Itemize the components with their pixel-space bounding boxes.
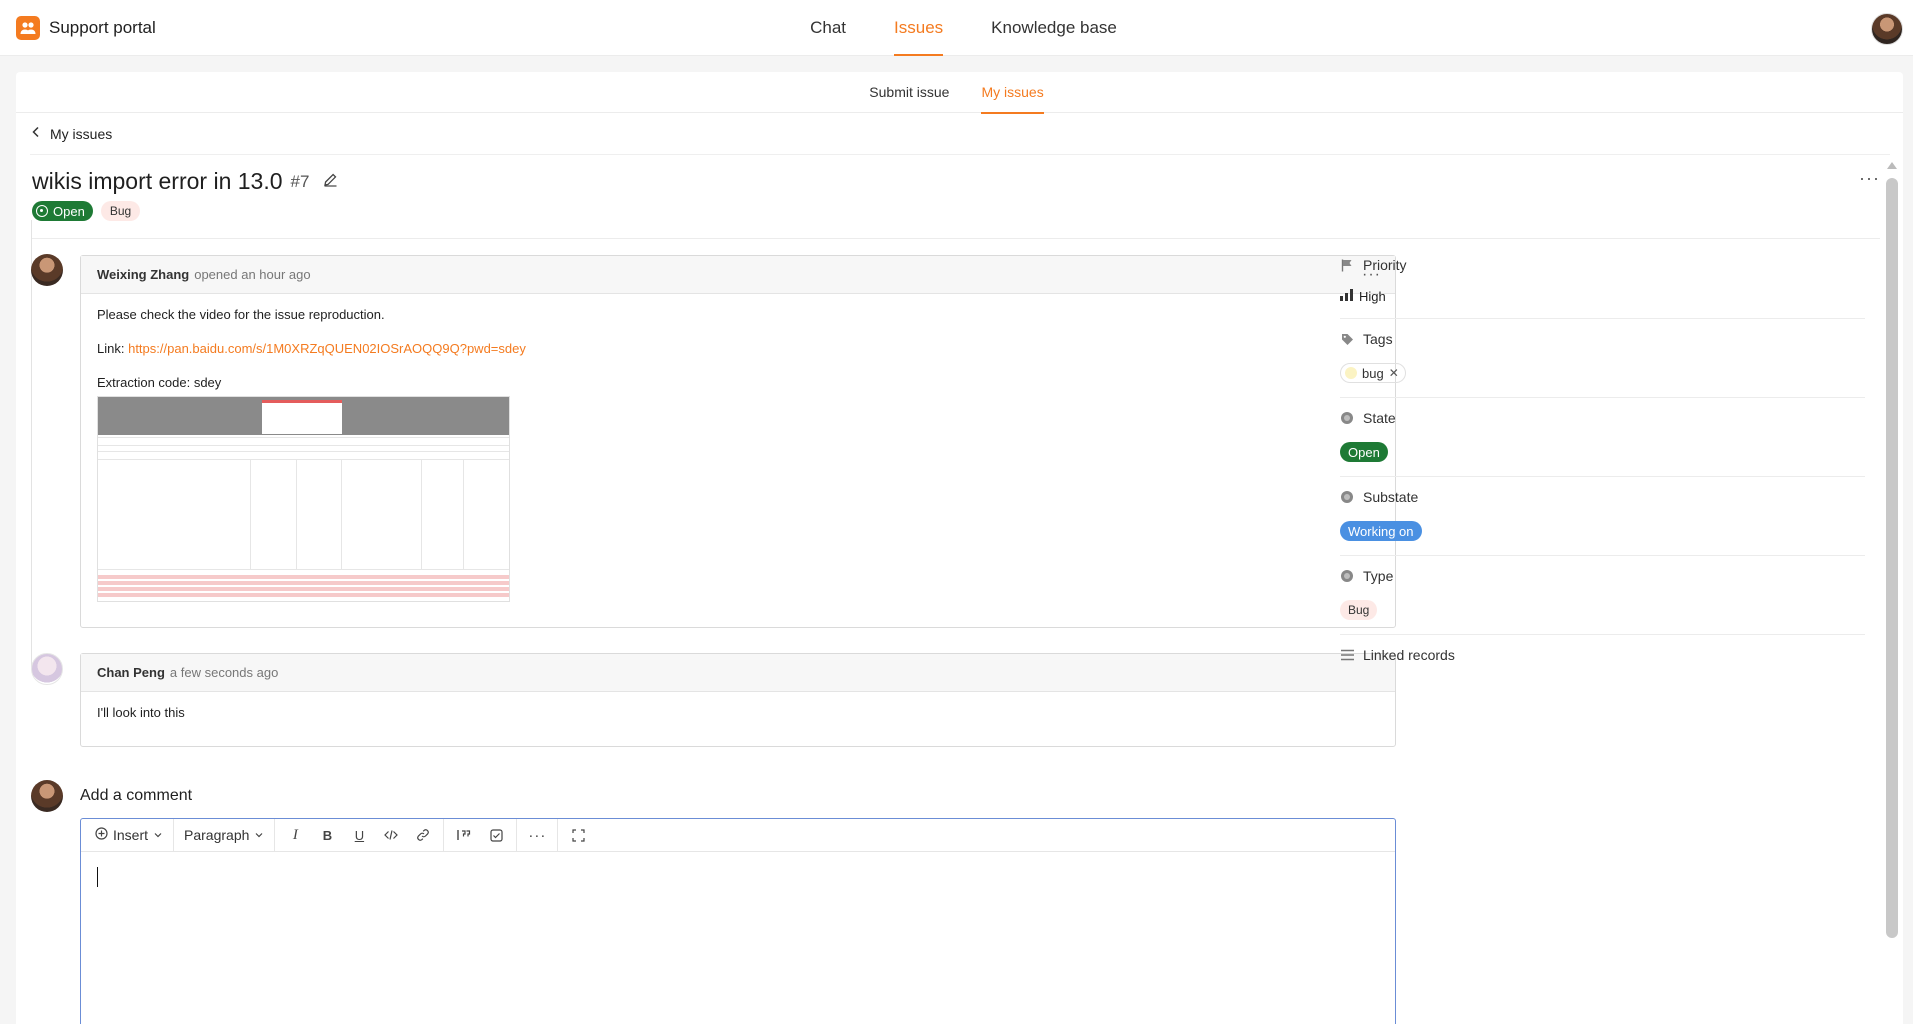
plus-circle-icon [95, 827, 108, 843]
comment-body: Please check the video for the issue rep… [81, 294, 1395, 614]
checkbox-icon[interactable] [480, 819, 512, 852]
scrollbar[interactable] [1885, 158, 1899, 938]
nav-issues[interactable]: Issues [894, 0, 944, 56]
comment-body: I'll look into this [81, 692, 1395, 750]
tags-label: Tags [1363, 331, 1393, 347]
comment-header: Weixing Zhang opened an hour ago ··· [81, 256, 1395, 294]
close-icon[interactable]: ✕ [1389, 366, 1399, 380]
comment-text: I'll look into this [97, 705, 185, 720]
comment-editor[interactable]: Insert Paragraph I B U ··· [80, 818, 1396, 1024]
chevron-down-icon [254, 827, 264, 843]
paragraph-select[interactable]: Paragraph [178, 819, 270, 852]
substate-label: Substate [1363, 489, 1419, 505]
nav-knowledge-base[interactable]: Knowledge base [991, 0, 1117, 56]
type-icon [1341, 570, 1353, 582]
tag-label: bug [1362, 365, 1384, 381]
open-circle-icon [36, 205, 48, 217]
main-nav: Chat Issues Knowledge base [0, 0, 1913, 56]
priority-value[interactable]: High [1340, 289, 1865, 304]
avatar-chan-peng [31, 653, 63, 685]
avatar-current-user [31, 780, 63, 812]
properties-sidebar: Priority High Tags bug ✕ State Open Subs… [1340, 245, 1865, 677]
comment-author[interactable]: Weixing Zhang [97, 267, 189, 282]
linked-records-label: Linked records [1363, 647, 1455, 663]
nav-chat[interactable]: Chat [810, 0, 846, 56]
type-section: Type Bug [1340, 556, 1865, 635]
signal-bars-icon [1340, 289, 1353, 304]
comment-author[interactable]: Chan Peng [97, 665, 165, 680]
tab-submit-issue[interactable]: Submit issue [869, 72, 949, 113]
edit-pencil-icon[interactable] [323, 172, 338, 192]
scroll-up-arrow-icon[interactable] [1887, 162, 1897, 169]
substate-icon [1341, 491, 1353, 503]
tag-color-dot [1345, 367, 1357, 379]
paragraph-label: Paragraph [184, 827, 250, 843]
comment-link-line: Link: https://pan.baidu.com/s/1M0XRZqQUE… [97, 340, 1379, 358]
state-value[interactable]: Open [1340, 442, 1388, 462]
comment-header: Chan Peng a few seconds ago [81, 654, 1395, 692]
comment-meta: opened an hour ago [194, 267, 311, 282]
state-section: State Open [1340, 398, 1865, 477]
timeline-line [31, 220, 32, 670]
extraction-code: Extraction code: sdey [97, 375, 222, 390]
issue-more-button[interactable]: ··· [1859, 168, 1880, 189]
editor-toolbar: Insert Paragraph I B U ··· [81, 818, 1395, 852]
type-label: Type [1363, 568, 1394, 584]
link-label: Link: [97, 341, 125, 356]
flag-icon [1340, 258, 1354, 272]
list-icon [1340, 648, 1354, 662]
more-options-icon[interactable]: ··· [521, 819, 553, 852]
type-badge: Bug [100, 201, 141, 221]
back-link[interactable]: My issues [30, 113, 1890, 155]
chevron-down-icon [153, 827, 163, 843]
priority-label: Priority [1363, 257, 1407, 273]
avatar-weixing-zhang [31, 254, 63, 286]
code-icon[interactable] [375, 819, 407, 852]
top-bar: Support portal Chat Issues Knowledge bas… [0, 0, 1913, 56]
quote-icon[interactable] [448, 819, 480, 852]
comment-text: Please check the video for the issue rep… [97, 307, 385, 322]
comment-card: Chan Peng a few seconds ago I'll look in… [80, 653, 1396, 747]
tag-icon [1340, 332, 1354, 346]
insert-button[interactable]: Insert [89, 819, 169, 852]
issue-title: wikis import error in 13.0 [32, 168, 283, 194]
back-label: My issues [50, 125, 113, 142]
priority-section: Priority High [1340, 245, 1865, 319]
link-icon[interactable] [407, 819, 439, 852]
tags-section: Tags bug ✕ [1340, 319, 1865, 398]
issue-header: wikis import error in 13.0 #7 Open Bug ·… [32, 168, 1880, 238]
comment-card: Weixing Zhang opened an hour ago ··· Ple… [80, 255, 1396, 628]
video-link[interactable]: https://pan.baidu.com/s/1M0XRZqQUEN02IOS… [128, 341, 526, 356]
comment-meta: a few seconds ago [169, 665, 279, 680]
chevron-left-icon [30, 125, 42, 143]
sub-tabs: Submit issue My issues [16, 72, 1903, 114]
priority-text: High [1359, 289, 1386, 304]
status-label: Open [53, 203, 85, 219]
text-cursor [97, 867, 98, 887]
substate-value[interactable]: Working on [1340, 521, 1422, 541]
add-comment-title: Add a comment [80, 787, 193, 804]
state-label: State [1363, 410, 1396, 426]
issue-number: #7 [290, 171, 310, 191]
underline-icon[interactable]: U [343, 819, 375, 852]
state-icon [1341, 412, 1353, 424]
italic-icon[interactable]: I [279, 819, 311, 852]
substate-section: Substate Working on [1340, 477, 1865, 556]
insert-label: Insert [113, 827, 149, 843]
scroll-thumb[interactable] [1886, 178, 1898, 938]
type-value[interactable]: Bug [1340, 600, 1378, 620]
status-badge: Open [32, 201, 93, 221]
header-divider [32, 238, 1880, 239]
screenshot-attachment[interactable] [97, 396, 510, 602]
fullscreen-icon[interactable] [562, 819, 594, 852]
tab-my-issues[interactable]: My issues [981, 72, 1044, 114]
bold-icon[interactable]: B [311, 819, 343, 852]
tag-chip-bug[interactable]: bug ✕ [1340, 363, 1406, 383]
user-avatar[interactable] [1871, 13, 1903, 45]
linked-records-section[interactable]: Linked records [1340, 635, 1865, 677]
